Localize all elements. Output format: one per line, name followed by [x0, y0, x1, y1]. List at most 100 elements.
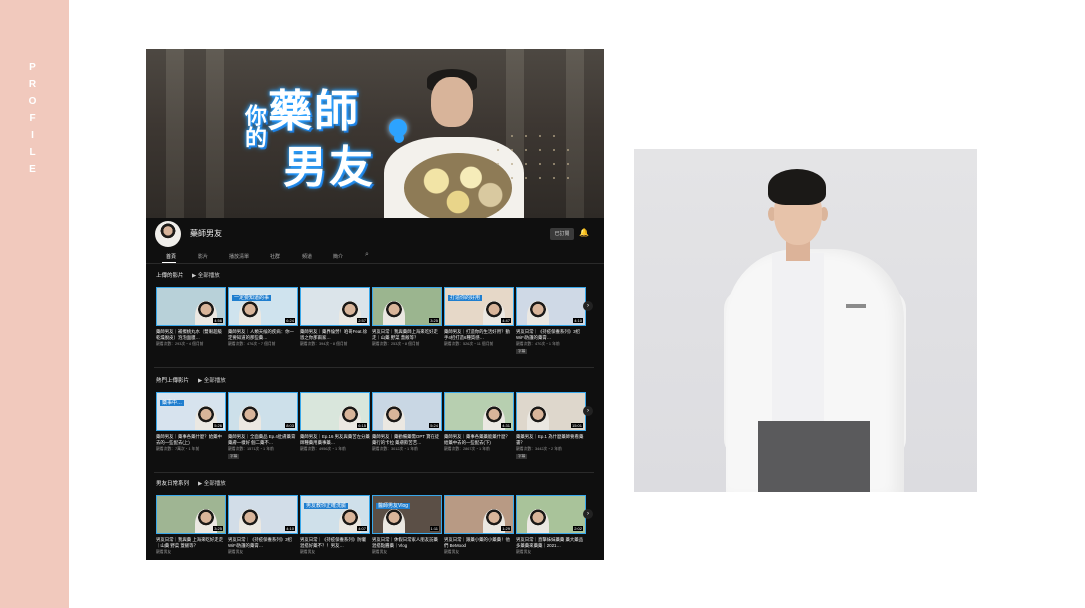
video-meta: 觀看男友	[516, 550, 532, 554]
tab-community[interactable]: 社群	[270, 253, 280, 260]
play-all-link[interactable]: ▶ 全部播放	[198, 479, 226, 487]
video-thumbnail[interactable]: 6:15	[300, 392, 370, 431]
video-card[interactable]: 15:01 藥藥男友｜Ep.1 為什麼藥師要看藥書？ 觀看次數：3442次・2 年前…	[516, 392, 586, 462]
video-title[interactable]: 藥師男友｜藥勸備藥需OPT 寶在徒藥行的卡拉 藥膚飲苦苦…	[372, 434, 442, 446]
chevron-right-icon[interactable]: ›	[583, 509, 593, 519]
video-card[interactable]: 5:24 藥師男友｜藥勸備藥需OPT 寶在徒藥行的卡拉 藥膚飲苦苦… 觀看次數：30…	[372, 392, 442, 462]
video-meta: 觀看次數：1571次・1 年前	[228, 447, 274, 451]
youtube-channel-screenshot: 藥師 你的 男友 藥師男友 已訂閱 🔔 首頁 影片 播放清單 社群 頻道 簡介 …	[146, 49, 604, 560]
chevron-right-icon[interactable]: ›	[583, 406, 593, 416]
banner-person-head	[431, 77, 473, 127]
tab-home[interactable]: 首頁	[166, 253, 176, 260]
video-thumbnail[interactable]: 1:29	[444, 495, 514, 534]
side-accent-bar: PROFILE	[0, 0, 69, 608]
channel-header: 藥師男友 已訂閱 🔔	[146, 218, 604, 248]
video-duration: 5:26	[213, 423, 223, 428]
video-card[interactable]: 男友教你正確洗臉 4:07 男友日常｜《持疫保養系列》防曬混搭好藥不？！男友… 觀看男…	[300, 495, 370, 560]
video-thumbnail[interactable]: 4:10	[228, 495, 298, 534]
video-thumbnail[interactable]: 打造你的好用 4:47	[444, 287, 514, 326]
video-duration: 2:02	[573, 526, 583, 531]
video-card[interactable]: 2:02 男友日常｜直擊妹妹藥藥 藥大藥品多藥藥來藥藥｜2021… 觀看男友	[516, 495, 586, 560]
video-card[interactable]: 2:57 藥師男友｜藥界倫勞！咱哥Feat.徐恩之你那兩家… 觀看次數：394次・8…	[300, 287, 370, 357]
channel-name[interactable]: 藥師男友	[190, 228, 222, 239]
section-title[interactable]: 熱門上傳影片	[156, 376, 189, 384]
video-duration: 15:01	[570, 423, 583, 428]
section-title[interactable]: 上傳的影片	[156, 271, 184, 279]
video-card[interactable]: 3:25 男友日常｜我與藥 上海來吃好走走｜山藥 野菜 蓋飯等？ 觀看男友	[156, 495, 226, 560]
subscribe-button[interactable]: 已訂閱	[550, 228, 574, 240]
video-title[interactable]: 男友日常｜直擊妹妹藥藥 藥大藥品多藥藥來藥藥｜2021…	[516, 537, 586, 549]
thumbnail-person	[383, 509, 405, 533]
thumbnail-person	[239, 406, 261, 430]
video-title[interactable]: 藥師男友｜Ep.16 男友與藥苦左分藥師種藥用藥事藥…	[300, 434, 370, 446]
video-thumbnail[interactable]: 5:24	[372, 392, 442, 431]
thumbnail-caption: 醫師男友Vlog	[376, 503, 411, 509]
video-thumbnail[interactable]: 3:25	[156, 495, 226, 534]
video-meta: 觀看次數：293次・4 個月前	[156, 342, 204, 346]
video-meta: 觀看男友	[300, 550, 316, 554]
section-divider	[154, 367, 594, 368]
video-meta: 觀看男友	[228, 550, 244, 554]
video-card[interactable]: 6:15 藥師男友｜Ep.16 男友與藥苦左分藥師種藥用藥事藥… 觀看次數：4956…	[300, 392, 370, 462]
video-title[interactable]: 男友日常｜我與藥 上海來吃好走走｜山藥 野菜 蓋飯等？	[156, 537, 226, 549]
video-card[interactable]: 打造你的好用 4:47 藥師男友｜打造你的生活好用？動手4招打造6種質感… 觀看次數：…	[444, 287, 514, 357]
video-meta: 觀看次數：476次・7 個月前	[228, 342, 276, 346]
video-card[interactable]: 藥事中… 5:26 藥師男友｜藥事各藥什麼？給藥中去的一些配去(上) 觀看次數：7萬次…	[156, 392, 226, 462]
thumbnail-person	[239, 509, 261, 533]
channel-avatar[interactable]	[155, 221, 181, 247]
video-title[interactable]: 藥師男友｜藥事各藥藥能藥什麼？給藥中去的一些配去(下)	[444, 434, 514, 446]
video-card[interactable]: 4:10 男友日常｜《持疫保養系列》3招WiFi防護的藥膏… 觀看次數：470次・1…	[516, 287, 586, 357]
thumbnail-person	[383, 406, 405, 430]
video-card[interactable]: 一定要知道的事 6:24 藥師男友｜人類天候的疾病：你一定要知道的那些藥… 觀看次數：…	[228, 287, 298, 357]
play-all-link[interactable]: ▶ 全部播放	[192, 271, 220, 279]
video-meta: 觀看次數：394次・8 個月前	[300, 342, 348, 346]
video-thumbnail[interactable]: 2:57	[300, 287, 370, 326]
video-card[interactable]: 4:56 藥師男友｜補擦桃丸水（雙眼超級乾燥脫皮）泡泡面膜… 觀看次數：293次・4…	[156, 287, 226, 357]
thumbnail-person	[527, 406, 549, 430]
video-card[interactable]: 3:25 男友日常｜我與藥師上海來吃好走走｜山藥 野菜 蓋飯等？ 觀看次數：253次…	[372, 287, 442, 357]
video-title[interactable]: 藥師男友｜藥事各藥什麼？給藥中去的一些配去(上)	[156, 434, 226, 446]
search-icon[interactable]: ⌕	[365, 251, 369, 259]
video-title[interactable]: 藥師男友｜打造你的生活好用？動手4招打造6種質感…	[444, 329, 514, 341]
video-title[interactable]: 藥師男友｜補擦桃丸水（雙眼超級乾燥脫皮）泡泡面膜…	[156, 329, 226, 341]
tab-videos[interactable]: 影片	[198, 253, 208, 260]
video-title[interactable]: 男友日常｜我與藥師上海來吃好走走｜山藥 野菜 蓋飯等？	[372, 329, 442, 341]
video-thumbnail[interactable]: 一定要知道的事 6:24	[228, 287, 298, 326]
banner-branch	[491, 129, 581, 189]
video-title[interactable]: 藥師男友｜全面藥品 Ep.4肚膚藥膏藥膚一樣好 個二藥不…	[228, 434, 298, 446]
bell-icon[interactable]: 🔔	[579, 228, 589, 238]
video-card[interactable]: 4:31 藥師男友｜藥事各藥藥能藥什麼？給藥中去的一些配去(下) 觀看次數：2867…	[444, 392, 514, 462]
play-all-link[interactable]: ▶ 全部播放	[198, 376, 226, 384]
video-thumbnail[interactable]: 15:01	[516, 392, 586, 431]
video-thumbnail[interactable]: 醫師男友Vlog 1:11	[372, 495, 442, 534]
video-thumbnail[interactable]: 男友教你正確洗臉 4:07	[300, 495, 370, 534]
video-thumbnail[interactable]: 3:25	[372, 287, 442, 326]
video-thumbnail[interactable]: 4:10	[516, 287, 586, 326]
video-card[interactable]: 4:10 男友日常｜《持疫保養系列》3招WiFi防護的藥膏… 觀看男友	[228, 495, 298, 560]
video-card[interactable]: 醫師男友Vlog 1:11 男友日常｜休假日常家人朋友訪藥混搭點醬藥｜Vlog 觀看男…	[372, 495, 442, 560]
video-thumbnail[interactable]: 4:56	[156, 287, 226, 326]
video-title[interactable]: 男友日常｜跟藥小藥的小藥藥！他們 BeMood	[444, 537, 514, 549]
video-thumbnail[interactable]: 2:02	[516, 495, 586, 534]
video-title[interactable]: 藥師男友｜藥界倫勞！咱哥Feat.徐恩之你那兩家…	[300, 329, 370, 341]
video-duration: 4:31	[501, 423, 511, 428]
tab-channels[interactable]: 頻道	[302, 253, 312, 260]
video-title[interactable]: 藥師男友｜人類天候的疾病：你一定要知道的那些藥…	[228, 329, 298, 341]
video-title[interactable]: 男友日常｜《持疫保養系列》3招WiFi防護的藥膏…	[228, 537, 298, 549]
section-title[interactable]: 男友日常系列	[156, 479, 189, 487]
video-title[interactable]: 男友日常｜《持疫保養系列》防曬混搭好藥不？！男友…	[300, 537, 370, 549]
video-meta: 觀看次數：253次・8 個月前	[372, 342, 420, 346]
tab-about[interactable]: 簡介	[333, 253, 343, 260]
video-card[interactable]: 8:03 藥師男友｜全面藥品 Ep.4肚膚藥膏藥膚一樣好 個二藥不… 觀看次數：15…	[228, 392, 298, 462]
video-title[interactable]: 藥藥男友｜Ep.1 為什麼藥師要看藥書？	[516, 434, 586, 446]
video-title[interactable]: 男友日常｜《持疫保養系列》3招WiFi防護的藥膏…	[516, 329, 586, 341]
video-card[interactable]: 1:29 男友日常｜跟藥小藥的小藥藥！他們 BeMood 觀看男友	[444, 495, 514, 560]
chevron-right-icon[interactable]: ›	[583, 301, 593, 311]
tab-playlists[interactable]: 播放清單	[229, 253, 249, 260]
video-thumbnail[interactable]: 藥事中… 5:26	[156, 392, 226, 431]
video-thumbnail[interactable]: 4:31	[444, 392, 514, 431]
banner-window	[166, 49, 184, 218]
video-title[interactable]: 男友日常｜休假日常家人朋友訪藥混搭點醬藥｜Vlog	[372, 537, 442, 549]
video-thumbnail[interactable]: 8:03	[228, 392, 298, 431]
thumbnail-person	[383, 301, 405, 325]
